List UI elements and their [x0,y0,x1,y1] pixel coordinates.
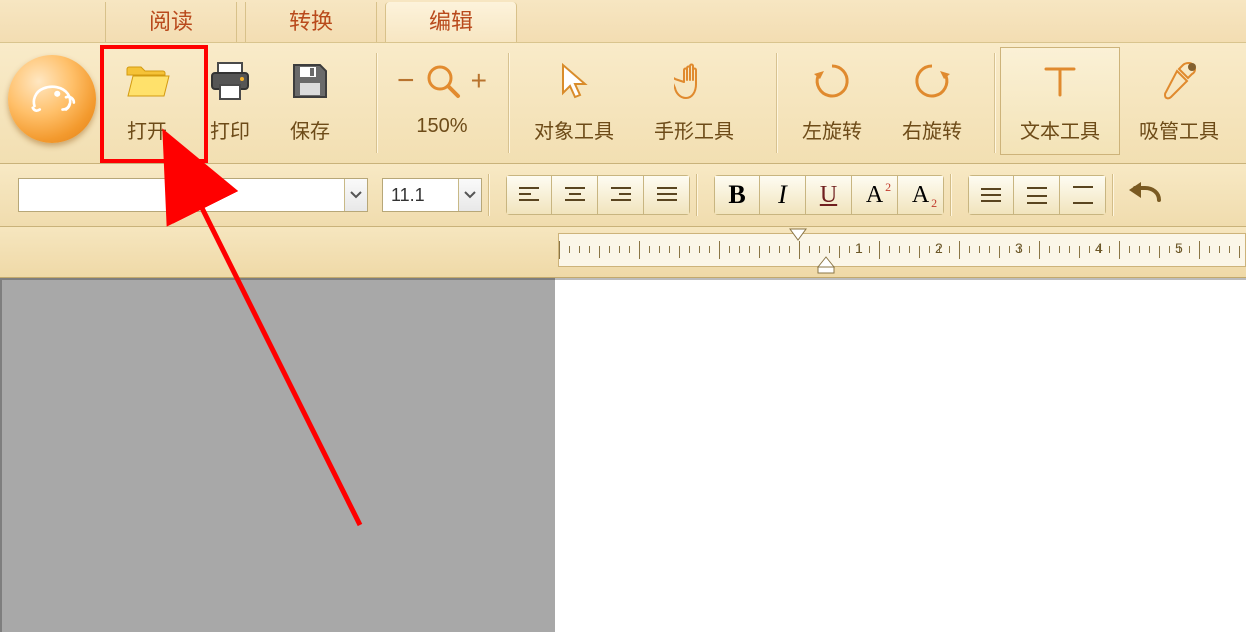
select-label: 对象工具 [534,115,614,144]
sub-glyph: A [912,182,929,208]
text-icon [1036,57,1084,105]
rotate-left-icon [808,57,856,105]
align-justify-button[interactable] [644,175,690,215]
italic-button[interactable]: I [760,175,806,215]
thumbnail-pane[interactable] [0,278,555,632]
align-group [506,175,690,215]
chevron-down-icon [344,179,367,211]
chevron-down-icon [458,179,481,211]
tab-read-label: 阅读 [149,9,193,34]
elephant-icon [24,71,80,127]
open-label: 打开 [127,115,167,144]
rotate-left-button[interactable]: 左旋转 [782,47,882,165]
rotate-left-label: 左旋转 [802,115,862,144]
print-label: 打印 [210,115,250,144]
eyedropper-icon [1155,57,1203,105]
app-logo[interactable] [8,55,96,143]
zoom-icon: − + [387,57,497,105]
format-toolbar: 11.1 B I U A2 A2 [0,164,1246,227]
zoom-label: 150% [416,115,467,138]
document-pane[interactable] [555,278,1246,632]
hand-icon [670,57,718,105]
undo-icon [1127,182,1163,208]
folder-open-icon [123,57,171,105]
spacing-group [968,175,1106,215]
floppy-icon [286,57,334,105]
save-button[interactable]: 保存 [270,47,350,165]
hand-tool-button[interactable]: 手形工具 [634,47,754,165]
print-button[interactable]: 打印 [190,47,270,165]
printer-icon [206,57,254,105]
bold-glyph: B [728,180,745,210]
cursor-icon [550,57,598,105]
underline-button[interactable]: U [806,175,852,215]
rotate-right-label: 右旋转 [902,115,962,144]
ruler[interactable]: 12345 [558,233,1246,267]
align-center-button[interactable] [552,175,598,215]
font-size-value: 11.1 [383,185,458,206]
rotate-right-button[interactable]: 右旋转 [882,47,982,165]
tab-edit-label: 编辑 [429,9,473,34]
bold-button[interactable]: B [714,175,760,215]
tab-convert-label: 转换 [289,9,333,34]
tab-strip: 阅读 转换 编辑 [0,0,1246,43]
font-name-combo[interactable] [18,178,368,212]
underline-glyph: U [820,182,837,209]
rotate-right-icon [908,57,956,105]
sup-glyph: A [866,182,883,208]
indent-top-icon [789,228,807,242]
select-tool-button[interactable]: 对象工具 [514,47,634,165]
align-right-button[interactable] [598,175,644,215]
save-label: 保存 [290,115,330,144]
superscript-button[interactable]: A2 [852,175,898,215]
ribbon: 打开 打印 保存 − + 150% [0,43,1246,164]
line-spacing-1-button[interactable] [968,175,1014,215]
workspace [0,278,1246,632]
font-size-combo[interactable]: 11.1 [382,178,482,212]
eyedropper-label: 吸管工具 [1139,115,1219,144]
tab-read[interactable]: 阅读 [105,2,237,42]
line-spacing-2-button[interactable] [1014,175,1060,215]
undo-button[interactable] [1120,175,1170,215]
indent-bottom-icon [817,256,835,274]
open-button[interactable]: 打开 [104,47,190,165]
font-style-group: B I U A2 A2 [714,175,944,215]
eyedropper-button[interactable]: 吸管工具 [1120,47,1238,165]
text-tool-button[interactable]: 文本工具 [1000,47,1120,155]
italic-glyph: I [778,180,787,210]
hand-label: 手形工具 [654,115,734,144]
text-label: 文本工具 [1020,115,1100,144]
subscript-button[interactable]: A2 [898,175,944,215]
line-spacing-3-button[interactable] [1060,175,1106,215]
align-left-button[interactable] [506,175,552,215]
zoom-control[interactable]: − + 150% [382,47,502,165]
tab-edit[interactable]: 编辑 [385,2,517,42]
ruler-row: 12345 [0,227,1246,278]
tab-convert[interactable]: 转换 [245,2,377,42]
